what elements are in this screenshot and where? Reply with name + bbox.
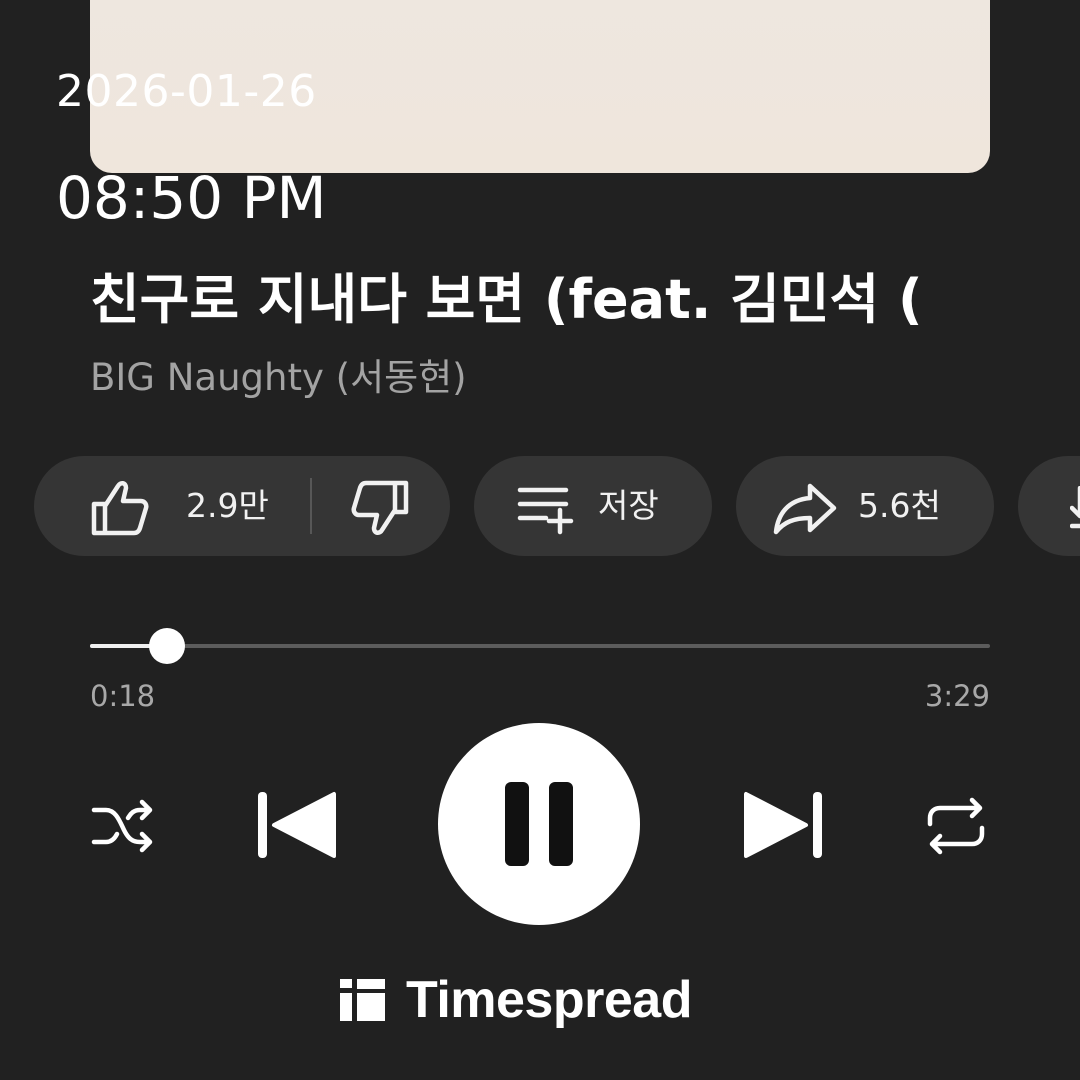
like-button[interactable]: 2.9만	[34, 456, 310, 556]
download-icon	[1070, 486, 1080, 529]
timespread-logo-icon	[340, 979, 385, 1021]
song-title: 친구로 지내다 보면 (feat. 김민석 (	[90, 262, 990, 338]
like-count: 2.9만	[186, 486, 269, 525]
skip-previous-icon[interactable]	[256, 790, 338, 860]
progress-bar[interactable]	[90, 628, 990, 664]
share-arrow-icon	[773, 483, 837, 535]
like-dislike-pill: 2.9만	[34, 456, 450, 556]
save-button[interactable]: 저장	[474, 456, 712, 556]
title-fade	[930, 262, 990, 338]
pause-button[interactable]	[438, 723, 640, 925]
save-label: 저장	[598, 486, 659, 525]
player-screen: 2026-01-26 08:50 PM 친구로 지내다 보면 (feat. 김민…	[0, 0, 1080, 1080]
brand-name: Timespread	[406, 971, 692, 1029]
share-button[interactable]: 5.6천	[736, 456, 994, 556]
playlist-add-icon	[517, 487, 574, 535]
pause-icon	[505, 782, 529, 866]
repeat-icon[interactable]	[922, 794, 990, 858]
song-title-text: 친구로 지내다 보면 (feat. 김민석 (	[90, 268, 923, 331]
elapsed-time: 0:18	[90, 679, 156, 713]
total-duration: 3:29	[924, 679, 990, 713]
progress-handle[interactable]	[149, 628, 186, 664]
skip-next-icon[interactable]	[742, 790, 824, 860]
pause-icon-bar-right	[549, 782, 573, 866]
more-action-button[interactable]	[1018, 456, 1080, 556]
thumbs-up-icon	[91, 481, 149, 536]
thumbs-down-icon	[351, 480, 409, 535]
shuffle-icon[interactable]	[90, 794, 156, 858]
share-count: 5.6천	[858, 486, 941, 525]
timestamp-date: 2026-01-26	[56, 66, 317, 117]
artist-name[interactable]: BIG Naughty (서동현)	[90, 352, 467, 404]
brand-watermark: Timespread	[340, 968, 692, 1032]
timestamp-time: 08:50 PM	[56, 164, 327, 232]
dislike-button[interactable]	[312, 456, 450, 556]
